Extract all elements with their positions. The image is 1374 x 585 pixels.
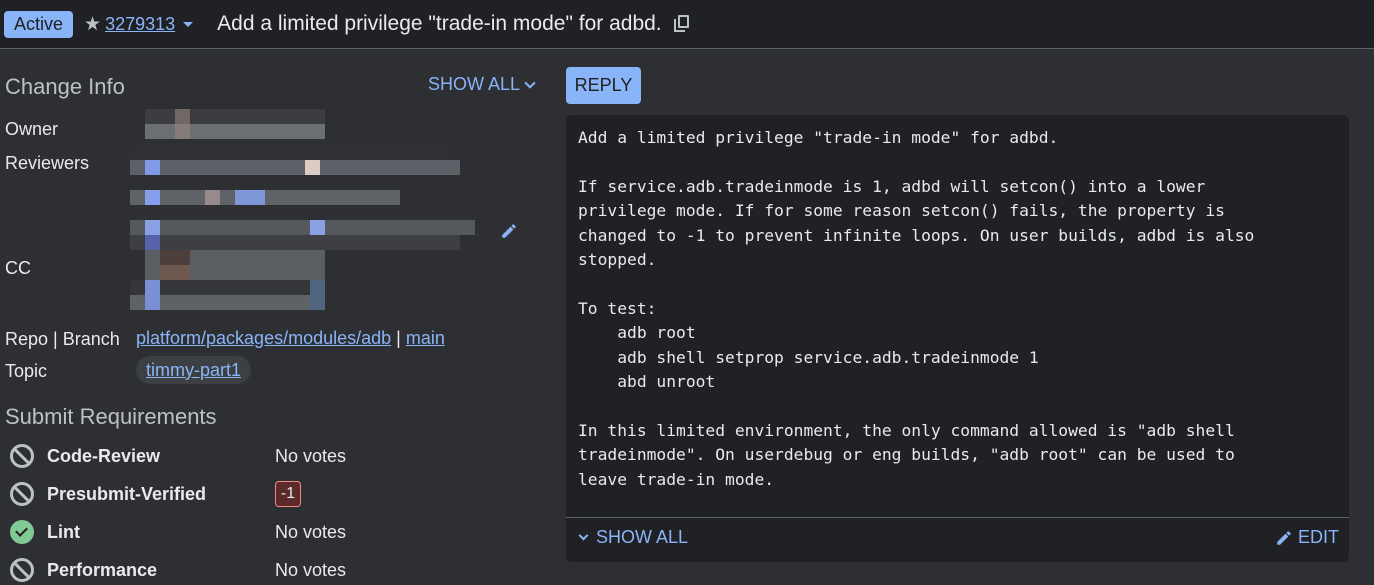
repo-branch-separator: | <box>396 328 401 348</box>
commit-message-line <box>578 150 1337 174</box>
edit-reviewers-icon[interactable] <box>500 222 518 240</box>
chevron-down-icon <box>578 530 589 541</box>
change-info-title: Change Info <box>5 74 125 99</box>
edit-label: EDIT <box>1297 527 1339 547</box>
pencil-icon <box>1277 530 1291 545</box>
owner-redacted <box>145 109 337 139</box>
reply-button[interactable]: REPLY <box>566 67 641 104</box>
commit-message-line <box>578 272 1337 296</box>
commit-message-line: leave trade-in mode. <box>578 469 775 489</box>
requirement-name: Performance <box>47 559 158 580</box>
requirement-name: Presubmit-Verified <box>47 483 207 504</box>
commit-message-line: privilege mode. If for some reason setco… <box>578 201 1225 221</box>
show-all-label: SHOW ALL <box>428 74 521 94</box>
reviewers-redacted[interactable] <box>130 145 480 310</box>
requirement-value: No votes <box>275 560 347 580</box>
commit-message-line: abd unroot <box>578 372 716 392</box>
chevron-down-icon <box>524 76 536 89</box>
star-icon[interactable]: ★ <box>84 13 101 36</box>
topic-chip[interactable]: timmy-part1 <box>136 356 252 384</box>
blocked-icon <box>10 444 34 468</box>
change-info-panel: Change Info SHOW ALL Owner Reviewers CC <box>0 50 560 582</box>
requirement-row[interactable]: Lint <box>10 517 80 547</box>
commit-message-line: tradeinmode". On userdebug or eng builds… <box>578 445 1235 465</box>
divider <box>566 517 1349 518</box>
commit-message-line: To test: <box>578 298 657 318</box>
blocked-icon <box>10 558 34 582</box>
show-all-label: SHOW ALL <box>596 527 689 547</box>
edit-message-button[interactable]: EDIT <box>1275 527 1339 548</box>
commit-message-card: Add a limited privilege "trade-in mode" … <box>566 115 1349 562</box>
cc-label: CC <box>5 258 31 278</box>
blocked-icon <box>10 482 34 506</box>
requirement-name: Code-Review <box>47 445 161 466</box>
commit-message-line <box>578 394 1337 418</box>
change-header: Active ★ 3279313 Add a limited privilege… <box>0 0 1374 49</box>
requirement-row[interactable]: Performance <box>10 555 157 585</box>
show-all-message-button[interactable]: SHOW ALL <box>578 527 689 548</box>
requirement-name: Lint <box>47 521 80 542</box>
commit-message-line: adb root <box>578 323 696 343</box>
requirement-row[interactable]: Code-Review <box>10 441 160 471</box>
status-badge: Active <box>4 10 74 38</box>
owner-label: Owner <box>5 119 59 139</box>
commit-message-line: stopped. <box>578 250 657 270</box>
commit-message-line: changed to -1 to prevent infinite loops.… <box>578 225 1255 245</box>
commit-message-text: Add a limited privilege "trade-in mode" … <box>578 126 1337 492</box>
repo-branch-label: Repo | Branch <box>5 329 120 349</box>
submit-requirements-title: Submit Requirements <box>5 404 217 429</box>
requirement-value: No votes <box>275 446 347 466</box>
commit-message-line: In this limited environment, the only co… <box>578 420 1235 440</box>
caret-down-icon[interactable] <box>183 21 194 27</box>
commit-message-line: Add a limited privilege "trade-in mode" … <box>578 128 1059 147</box>
repo-link[interactable]: platform/packages/modules/adb <box>136 328 391 348</box>
reviewers-label: Reviewers <box>5 153 90 173</box>
change-number-link[interactable]: 3279313 <box>105 14 175 35</box>
change-title: Add a limited privilege "trade-in mode" … <box>217 12 662 35</box>
check-circle-icon <box>10 520 34 544</box>
branch-link[interactable]: main <box>406 328 445 348</box>
topic-link[interactable]: timmy-part1 <box>146 360 241 381</box>
requirement-row[interactable]: Presubmit-Verified <box>10 479 206 509</box>
commit-message-line: If service.adb.tradeinmode is 1, adbd wi… <box>578 176 1206 196</box>
negative-vote-chip[interactable]: -1 <box>275 481 301 507</box>
repo-branch-value: platform/packages/modules/adb | main <box>136 328 445 349</box>
show-all-button[interactable]: SHOW ALL <box>428 74 536 95</box>
copy-icon[interactable] <box>673 15 690 33</box>
topic-label: Topic <box>5 361 48 381</box>
commit-message-line: adb shell setprop service.adb.tradeinmod… <box>578 347 1039 367</box>
requirement-value: No votes <box>275 522 347 542</box>
